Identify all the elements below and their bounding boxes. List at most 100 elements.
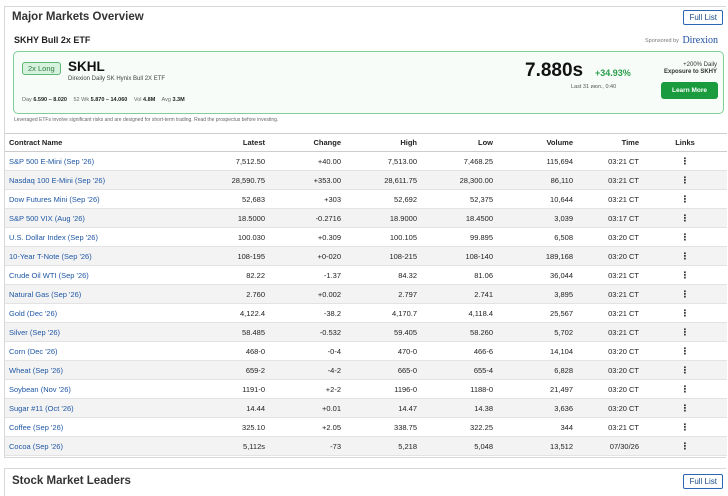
contract-name-link[interactable]: Dow Futures Mini (Sep '26) <box>9 195 100 204</box>
header-latest[interactable]: Latest <box>193 133 269 152</box>
table-row: 10-Year T-Note (Sep '26) 108-195 +0-020 108… <box>5 246 727 266</box>
more-options-icon[interactable]: ⋮ <box>681 251 690 261</box>
time-cell: 03:20 CT <box>577 246 643 266</box>
contract-cell: U.S. Dollar Index (Sep '26) <box>5 227 193 247</box>
contract-name-link[interactable]: Soybean (Nov '26) <box>9 385 71 394</box>
links-cell: ⋮ <box>643 227 727 247</box>
time-cell: 03:21 CT <box>577 322 643 342</box>
low-cell: 99.895 <box>421 227 497 247</box>
vol-value: 4.8M <box>143 97 156 103</box>
more-options-icon[interactable]: ⋮ <box>681 175 690 185</box>
contract-cell: Wheat (Sep '26) <box>5 360 193 380</box>
links-cell: ⋮ <box>643 170 727 190</box>
contract-name-link[interactable]: Sugar #11 (Oct '26) <box>9 404 74 413</box>
full-list-button[interactable]: Full List <box>683 10 723 25</box>
contract-name-link[interactable]: Nasdaq 100 E-Mini (Sep '26) <box>9 176 105 185</box>
wk52-label: 52 Wk <box>73 97 90 103</box>
contract-name-link[interactable]: Silver (Sep '26) <box>9 328 60 337</box>
more-options-icon[interactable]: ⋮ <box>681 232 690 242</box>
time-cell: 03:21 CT <box>577 284 643 304</box>
low-cell: 1188-0 <box>421 379 497 399</box>
contract-cell: Cocoa (Sep '26) <box>5 436 193 456</box>
contract-cell: Sugar #11 (Oct '26) <box>5 398 193 418</box>
latest-cell: 52,683 <box>193 189 269 209</box>
time-cell: 03:21 CT <box>577 170 643 190</box>
etf-disclaimer: Leveraged ETFs involve significant risks… <box>14 117 279 123</box>
high-cell: 84.32 <box>345 265 421 285</box>
links-cell: ⋮ <box>643 189 727 209</box>
links-cell: ⋮ <box>643 341 727 361</box>
high-cell: 4,170.7 <box>345 303 421 323</box>
low-cell: 18.4500 <box>421 208 497 228</box>
sponsored-by-label: Sponsored by <box>644 38 679 44</box>
avg-label: Avg <box>161 97 171 103</box>
more-options-icon[interactable]: ⋮ <box>681 156 690 166</box>
more-options-icon[interactable]: ⋮ <box>681 441 690 451</box>
more-options-icon[interactable]: ⋮ <box>681 289 690 299</box>
leaders-full-list-button[interactable]: Full List <box>683 474 723 489</box>
table-row: Corn (Dec '26) 468-0 -0-4 470-0 466-6 14,104 0… <box>5 341 727 361</box>
contract-cell: Soybean (Nov '26) <box>5 379 193 399</box>
volume-cell: 3,039 <box>497 208 577 228</box>
links-cell: ⋮ <box>643 246 727 266</box>
day-label: Day <box>22 97 32 103</box>
change-cell: -0.2716 <box>269 208 345 228</box>
contract-cell: Gold (Dec '26) <box>5 303 193 323</box>
high-cell: 5,218 <box>345 436 421 456</box>
low-cell: 655-4 <box>421 360 497 380</box>
table-row: Nasdaq 100 E-Mini (Sep '26) 28,590.75 +353… <box>5 170 727 190</box>
header-change[interactable]: Change <box>269 133 345 152</box>
high-cell: 2.797 <box>345 284 421 304</box>
header-volume[interactable]: Volume <box>497 133 577 152</box>
more-options-icon[interactable]: ⋮ <box>681 213 690 223</box>
etf-fund-name: Direxion Daily SK Hynix Bull 2X ETF <box>68 76 166 82</box>
latest-cell: 659-2 <box>193 360 269 380</box>
day-range: 6.590 – 8.020 <box>33 97 67 103</box>
header-time[interactable]: Time <box>577 133 643 152</box>
contract-name-link[interactable]: Coffee (Sep '26) <box>9 423 63 432</box>
links-cell: ⋮ <box>643 284 727 304</box>
header-high[interactable]: High <box>345 133 421 152</box>
high-cell: 665-0 <box>345 360 421 380</box>
more-options-icon[interactable]: ⋮ <box>681 194 690 204</box>
direxion-logo[interactable]: Direxion <box>682 35 718 46</box>
more-options-icon[interactable]: ⋮ <box>681 365 690 375</box>
contract-name-link[interactable]: 10-Year T-Note (Sep '26) <box>9 252 92 261</box>
table-row: S&P 500 VIX (Aug '26) 18.5000 -0.2716 18.90… <box>5 208 727 228</box>
contract-name-link[interactable]: Crude Oil WTI (Sep '26) <box>9 271 89 280</box>
learn-more-button[interactable]: Learn More <box>661 82 718 99</box>
etf-promo-card[interactable]: 2x Long SKHL Direxion Daily SK Hynix Bul… <box>13 51 724 114</box>
low-cell: 28,300.00 <box>421 170 497 190</box>
contract-name-link[interactable]: U.S. Dollar Index (Sep '26) <box>9 233 98 242</box>
more-options-icon[interactable]: ⋮ <box>681 422 690 432</box>
contract-cell: 10-Year T-Note (Sep '26) <box>5 246 193 266</box>
more-options-icon[interactable]: ⋮ <box>681 384 690 394</box>
more-options-icon[interactable]: ⋮ <box>681 403 690 413</box>
volume-cell: 25,567 <box>497 303 577 323</box>
etf-last-time: Last 31 июл., 0:40 <box>571 84 617 90</box>
more-options-icon[interactable]: ⋮ <box>681 270 690 280</box>
contract-name-link[interactable]: S&P 500 VIX (Aug '26) <box>9 214 85 223</box>
contract-name-link[interactable]: Corn (Dec '26) <box>9 347 58 356</box>
contract-name-link[interactable]: Natural Gas (Sep '26) <box>9 290 81 299</box>
panel-header: Major Markets Overview Full List <box>5 7 726 29</box>
links-cell: ⋮ <box>643 322 727 342</box>
more-options-icon[interactable]: ⋮ <box>681 327 690 337</box>
header-low[interactable]: Low <box>421 133 497 152</box>
latest-cell: 7,512.50 <box>193 151 269 171</box>
more-options-icon[interactable]: ⋮ <box>681 308 690 318</box>
table-row: Crude Oil WTI (Sep '26) 82.22 -1.37 84.32 81… <box>5 265 727 285</box>
latest-cell: 28,590.75 <box>193 170 269 190</box>
change-cell: +0.01 <box>269 398 345 418</box>
etf-price: 7.880s <box>525 60 584 81</box>
contract-name-link[interactable]: Cocoa (Sep '26) <box>9 442 63 451</box>
contract-name-link[interactable]: Gold (Dec '26) <box>9 309 57 318</box>
header-contract[interactable]: Contract Name <box>5 133 193 152</box>
links-cell: ⋮ <box>643 436 727 456</box>
more-options-icon[interactable]: ⋮ <box>681 346 690 356</box>
contract-name-link[interactable]: Wheat (Sep '26) <box>9 366 63 375</box>
contract-name-link[interactable]: S&P 500 E-Mini (Sep '26) <box>9 157 94 166</box>
table-row: Silver (Sep '26) 58.485 -0.532 59.405 58.260… <box>5 322 727 342</box>
time-cell: 03:21 CT <box>577 265 643 285</box>
high-cell: 59.405 <box>345 322 421 342</box>
